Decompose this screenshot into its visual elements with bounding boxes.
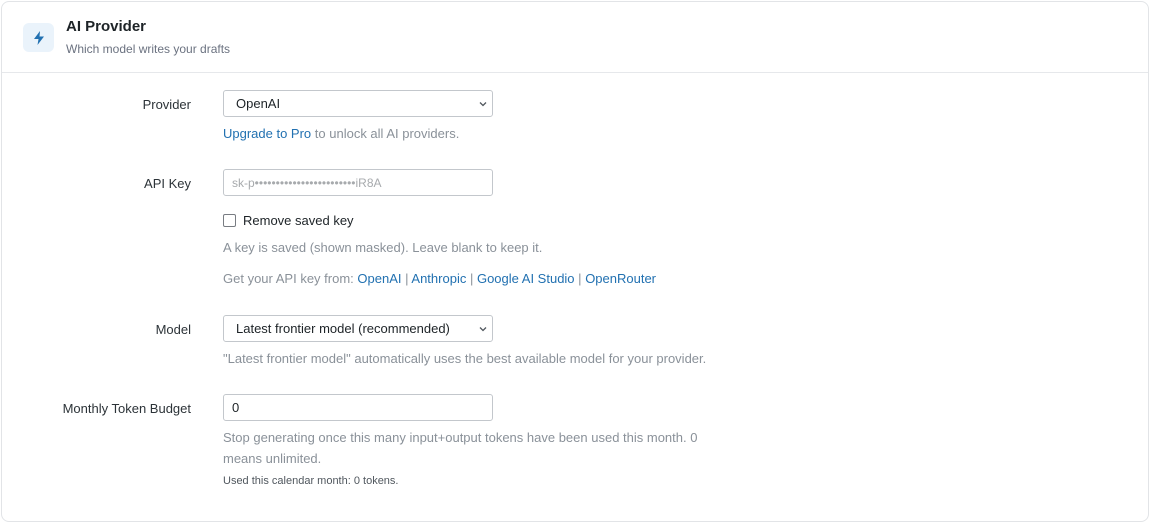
upgrade-note-text: to unlock all AI providers. xyxy=(311,126,460,141)
card-title: AI Provider xyxy=(66,18,147,35)
link-separator: | xyxy=(405,271,409,286)
card-header: AI Provider Which model writes your draf… xyxy=(2,2,1148,73)
lightning-bolt-icon xyxy=(23,23,54,52)
provider-upgrade-note: Upgrade to Pro to unlock all AI provider… xyxy=(223,126,459,141)
anthropic-link[interactable]: Anthropic xyxy=(411,271,466,286)
link-separator: | xyxy=(578,271,582,286)
api-key-sources-prefix: Get your API key from: xyxy=(223,271,358,286)
openai-link[interactable]: OpenAI xyxy=(357,271,401,286)
token-budget-help-line2: means unlimited. xyxy=(223,451,322,466)
token-usage-note: Used this calendar month: 0 tokens. xyxy=(223,475,399,487)
upgrade-to-pro-link[interactable]: Upgrade to Pro xyxy=(223,126,311,141)
token-budget-help-line1: Stop generating once this many input+out… xyxy=(223,430,698,445)
google-ai-studio-link[interactable]: Google AI Studio xyxy=(477,271,575,286)
provider-select[interactable]: OpenAI xyxy=(223,90,493,117)
api-key-input[interactable]: sk-p••••••••••••••••••••••••iR8A xyxy=(223,169,493,196)
model-label: Model xyxy=(155,322,191,337)
model-select-value: Latest frontier model (recommended) xyxy=(236,321,450,336)
remove-saved-key-row[interactable]: Remove saved key xyxy=(223,213,354,228)
token-budget-input[interactable]: 0 xyxy=(223,394,493,421)
api-key-sources: Get your API key from: OpenAI | Anthropi… xyxy=(223,271,656,286)
ai-provider-card: AI Provider Which model writes your draf… xyxy=(1,1,1149,522)
api-key-saved-note: A key is saved (shown masked). Leave bla… xyxy=(223,240,543,255)
provider-select-value: OpenAI xyxy=(236,96,281,111)
card-subtitle: Which model writes your drafts xyxy=(66,42,231,56)
remove-saved-key-label[interactable]: Remove saved key xyxy=(243,213,354,228)
token-budget-label: Monthly Token Budget xyxy=(62,401,191,416)
provider-label: Provider xyxy=(142,97,191,112)
chevron-down-icon xyxy=(479,102,487,107)
model-help: "Latest frontier model" automatically us… xyxy=(223,351,707,366)
link-separator: | xyxy=(469,271,474,286)
openrouter-link[interactable]: OpenRouter xyxy=(585,271,656,286)
model-select[interactable]: Latest frontier model (recommended) xyxy=(223,315,493,342)
api-key-label: API Key xyxy=(144,176,191,191)
chevron-down-icon xyxy=(479,327,487,332)
remove-saved-key-checkbox[interactable] xyxy=(223,214,236,227)
